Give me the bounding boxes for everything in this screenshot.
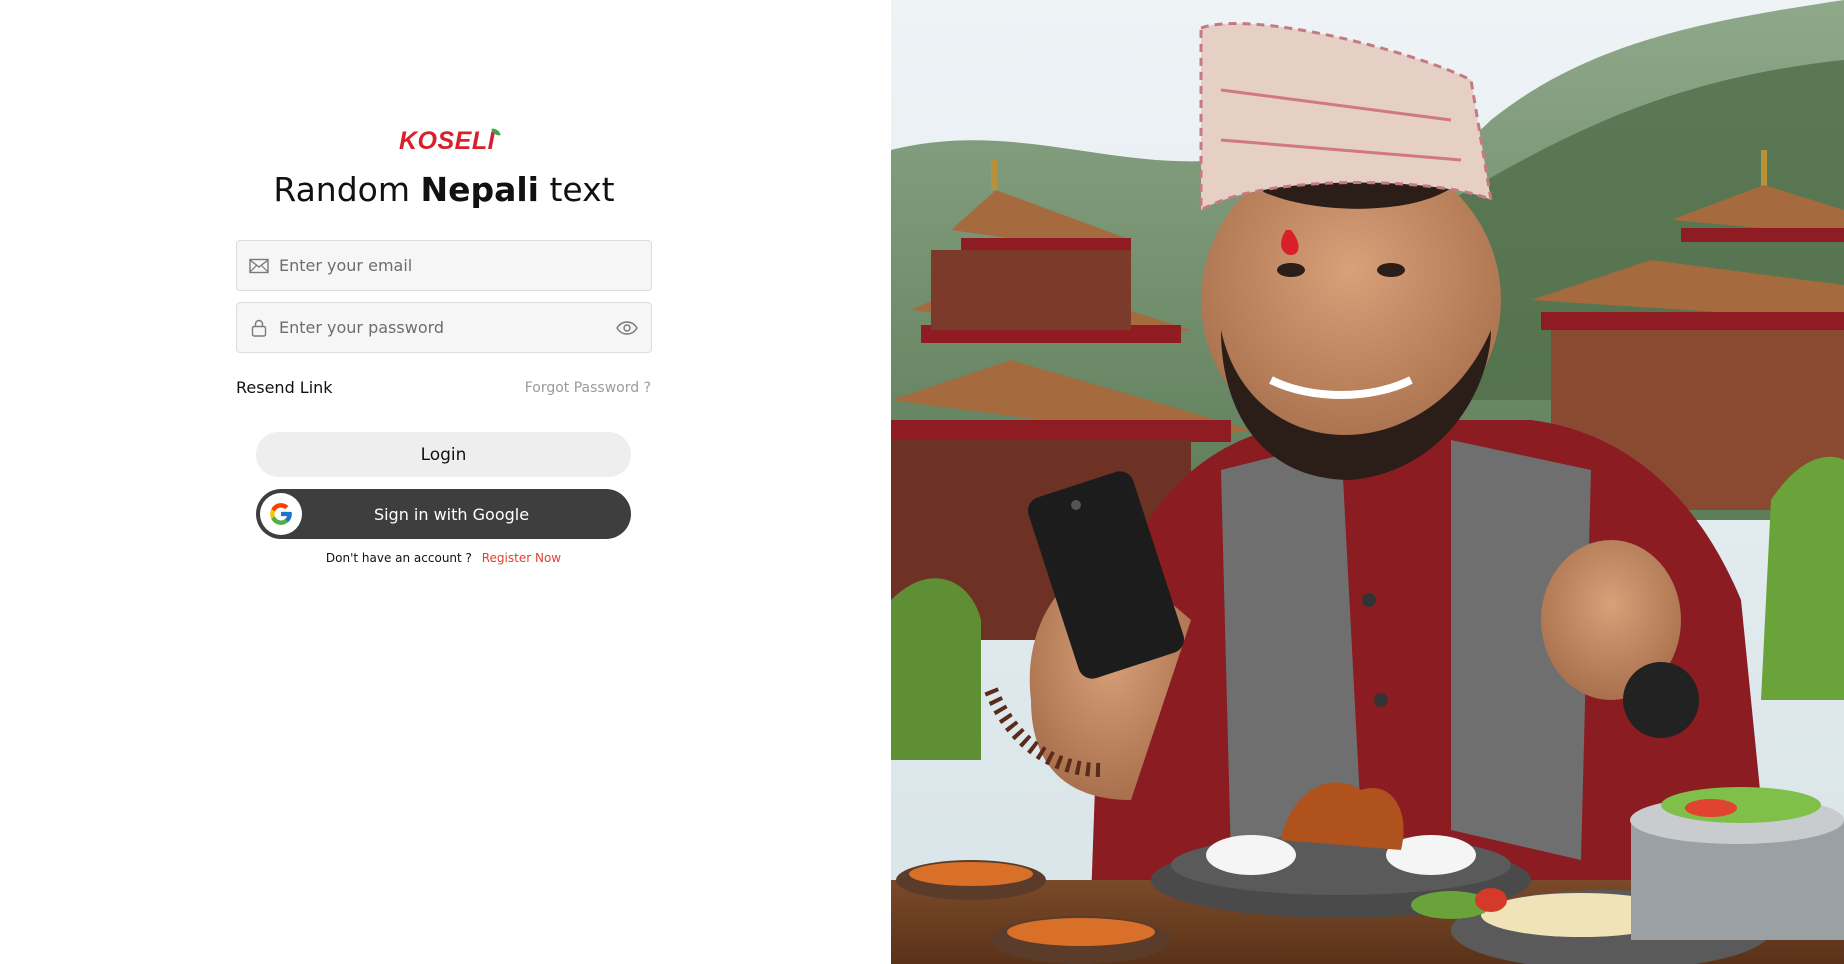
title-part-3: text — [539, 170, 615, 209]
register-row: Don't have an account ? Register Now — [256, 551, 631, 565]
eye-icon[interactable] — [615, 318, 639, 338]
password-field[interactable] — [236, 302, 652, 353]
title-part-1: Random — [273, 170, 421, 209]
title-part-2: Nepali — [420, 170, 539, 209]
login-panel: KOSELI Random Nepali text Resend Link Fo… — [0, 0, 891, 964]
page-title: Random Nepali text — [236, 170, 652, 209]
email-input[interactable] — [279, 241, 651, 290]
mail-icon — [249, 256, 269, 276]
google-icon — [260, 493, 302, 535]
koseli-logo: KOSELI — [399, 126, 503, 155]
forgot-password-link[interactable]: Forgot Password ? — [525, 380, 651, 396]
lock-icon — [249, 318, 269, 338]
login-button[interactable]: Login — [256, 432, 631, 477]
register-link[interactable]: Register Now — [482, 551, 561, 565]
email-field[interactable] — [236, 240, 652, 291]
google-signin-button[interactable]: Sign in with Google — [256, 489, 631, 539]
logo-text: KOSELI — [399, 126, 496, 155]
password-input[interactable] — [279, 303, 615, 352]
hero-photo — [891, 0, 1844, 964]
resend-link[interactable]: Resend Link — [236, 378, 333, 397]
google-button-label: Sign in with Google — [373, 504, 530, 524]
hero-image — [891, 0, 1844, 964]
register-prompt: Don't have an account ? — [325, 551, 472, 565]
